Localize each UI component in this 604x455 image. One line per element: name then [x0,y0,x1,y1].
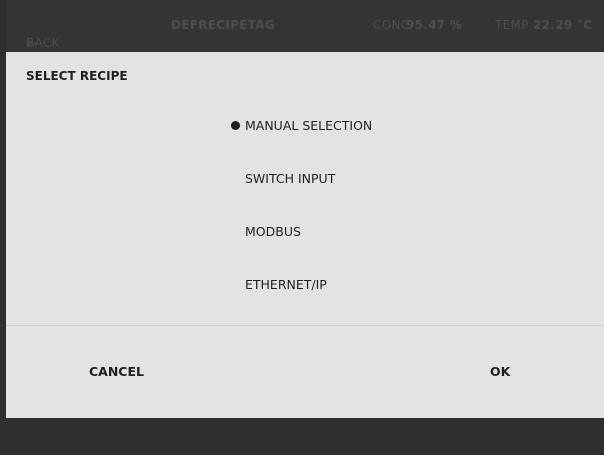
option-manual-selection[interactable]: MANUAL SELECTION [231,111,372,141]
dialog-title: SELECT RECIPE [26,69,128,83]
option-label: MODBUS [245,224,301,239]
ok-button[interactable]: OK [490,357,510,387]
cancel-button[interactable]: CANCEL [89,357,144,387]
option-label: SWITCH INPUT [245,171,336,186]
temp-value: 22.29 °C [533,18,593,32]
option-label: ETHERNET/IP [245,277,327,292]
header-bar: ← BACK DEFRECIPETAG CONC 95.47 % TEMP 22.… [6,0,604,52]
temp-label: TEMP [495,18,529,32]
divider [6,325,604,326]
option-label: MANUAL SELECTION [245,118,373,133]
back-label: BACK [26,36,60,50]
option-ethernet-ip[interactable]: ETHERNET/IP [245,270,327,300]
option-modbus[interactable]: MODBUS [245,217,301,247]
recipe-tag: DEFRECIPETAG [171,18,276,32]
select-recipe-dialog: SELECT RECIPE MANUAL SELECTION SWITCH IN… [6,52,604,418]
selected-dot-icon [231,121,240,130]
conc-value: 95.47 % [406,18,463,32]
option-switch-input[interactable]: SWITCH INPUT [245,164,335,194]
conc-label: CONC [373,18,410,32]
